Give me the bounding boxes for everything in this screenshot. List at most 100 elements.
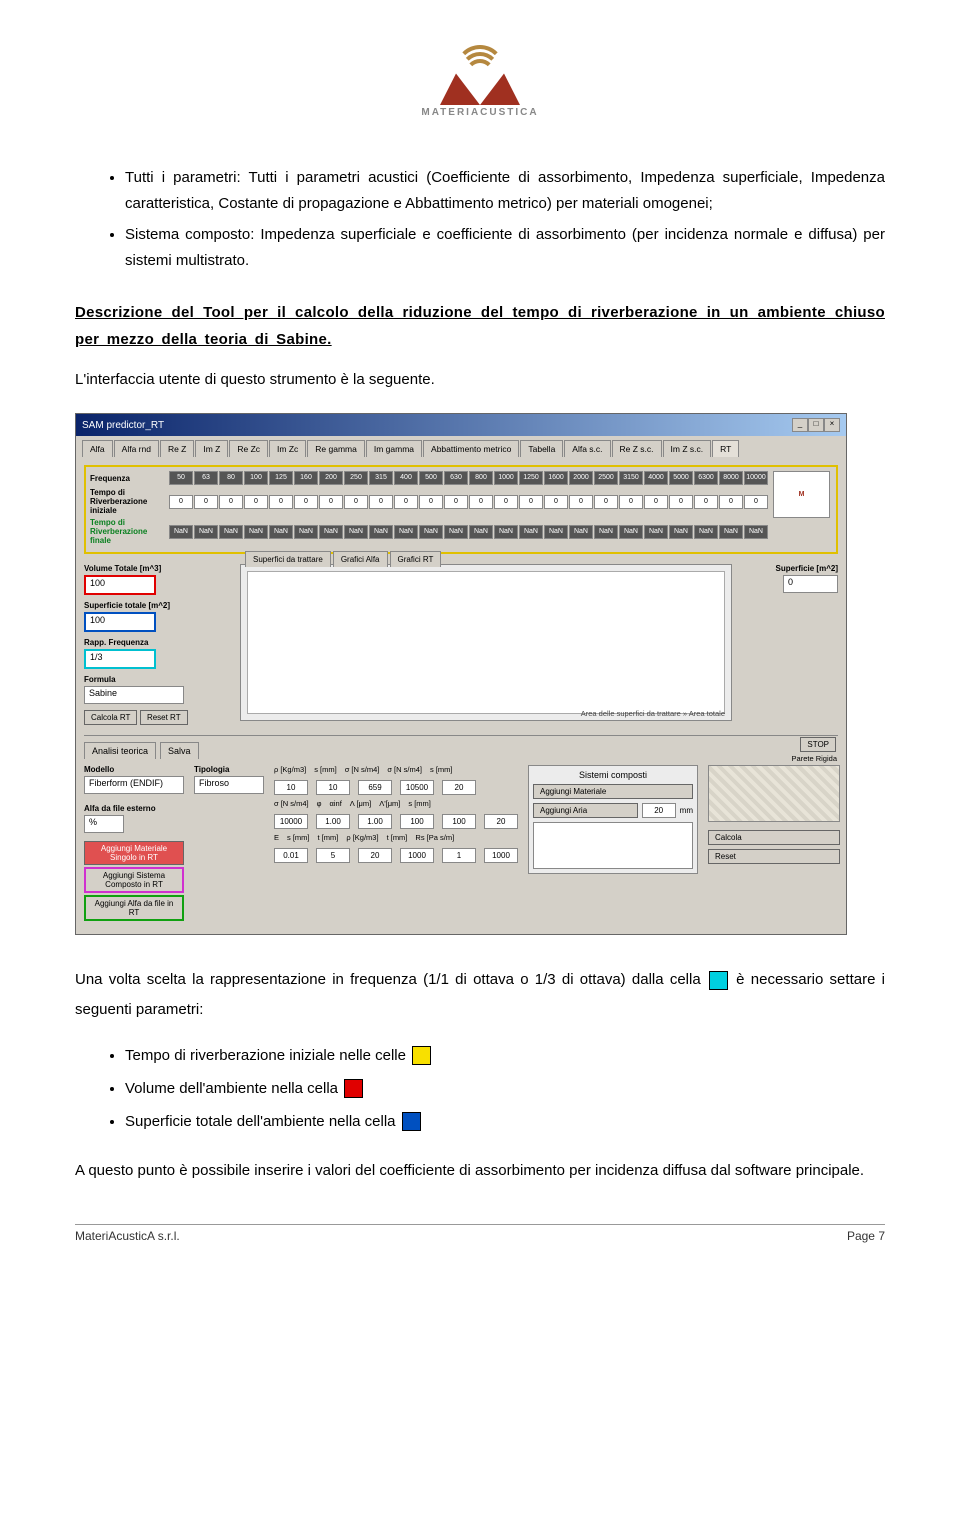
freq-cell[interactable]: 1600	[544, 471, 568, 485]
freq-cell[interactable]: 0	[519, 495, 543, 509]
freq-cell[interactable]: 0	[219, 495, 243, 509]
freq-cell[interactable]: NaN	[469, 525, 493, 539]
param-input[interactable]: 659	[358, 780, 392, 795]
stop-button[interactable]: STOP	[800, 737, 836, 752]
freq-cell[interactable]: NaN	[319, 525, 343, 539]
freq-cell[interactable]: 0	[744, 495, 768, 509]
freq-cell[interactable]: 2000	[569, 471, 593, 485]
freq-cell[interactable]: 315	[369, 471, 393, 485]
freq-cell[interactable]: 0	[444, 495, 468, 509]
freq-cell[interactable]: 0	[294, 495, 318, 509]
freq-cell[interactable]: NaN	[294, 525, 318, 539]
param-input[interactable]: 1.00	[358, 814, 392, 829]
freq-cell[interactable]: 250	[344, 471, 368, 485]
alfa-file-input[interactable]: %	[84, 815, 124, 833]
freq-cell[interactable]: NaN	[444, 525, 468, 539]
freq-cell[interactable]: NaN	[594, 525, 618, 539]
freq-cell[interactable]: NaN	[244, 525, 268, 539]
formula-select[interactable]: Sabine	[84, 686, 184, 704]
freq-cell[interactable]: NaN	[519, 525, 543, 539]
freq-cell[interactable]: 1000	[494, 471, 518, 485]
freq-cell[interactable]: 0	[469, 495, 493, 509]
freq-cell[interactable]: 0	[269, 495, 293, 509]
freq-cell[interactable]: 10000	[744, 471, 768, 485]
freq-cell[interactable]: NaN	[269, 525, 293, 539]
freq-cell[interactable]: 0	[719, 495, 743, 509]
freq-cell[interactable]: NaN	[719, 525, 743, 539]
freq-cell[interactable]: 0	[494, 495, 518, 509]
freq-cell[interactable]: NaN	[344, 525, 368, 539]
param-input[interactable]: 1.00	[316, 814, 350, 829]
freq-cell[interactable]: NaN	[194, 525, 218, 539]
superficie-input[interactable]: 0	[783, 575, 838, 593]
graph-tab[interactable]: Grafici Alfa	[333, 551, 388, 567]
freq-cell[interactable]: NaN	[169, 525, 193, 539]
freq-cell[interactable]: 2500	[594, 471, 618, 485]
graph-tab[interactable]: Superfici da trattare	[245, 551, 331, 567]
calcola-button[interactable]: Calcola	[708, 830, 840, 845]
aria-input[interactable]: 20	[642, 803, 676, 818]
tipologia-select[interactable]: Fibroso	[194, 776, 264, 794]
freq-cell[interactable]: 0	[344, 495, 368, 509]
param-input[interactable]: 0.01	[274, 848, 308, 863]
freq-cell[interactable]: NaN	[544, 525, 568, 539]
aggiungi-aria-button[interactable]: Aggiungi Aria	[533, 803, 638, 818]
rapp-freq-select[interactable]: 1/3	[84, 649, 156, 669]
param-input[interactable]: 1000	[400, 848, 434, 863]
window-buttons[interactable]: _□×	[792, 418, 840, 432]
modello-select[interactable]: Fiberform (ENDIF)	[84, 776, 184, 794]
freq-cell[interactable]: 0	[569, 495, 593, 509]
freq-cell[interactable]: NaN	[419, 525, 443, 539]
freq-cell[interactable]: 5000	[669, 471, 693, 485]
freq-cell[interactable]: 6300	[694, 471, 718, 485]
volume-input[interactable]: 100	[84, 575, 156, 595]
freq-cell[interactable]: 800	[469, 471, 493, 485]
freq-cell[interactable]: 160	[294, 471, 318, 485]
freq-cell[interactable]: 100	[244, 471, 268, 485]
freq-cell[interactable]: 0	[194, 495, 218, 509]
calcola-rt-button[interactable]: Calcola RT	[84, 710, 137, 725]
param-input[interactable]: 10000	[274, 814, 308, 829]
freq-cell[interactable]: NaN	[619, 525, 643, 539]
freq-cell[interactable]: 4000	[644, 471, 668, 485]
freq-cell[interactable]: NaN	[219, 525, 243, 539]
freq-cell[interactable]: NaN	[369, 525, 393, 539]
param-input[interactable]: 10	[316, 780, 350, 795]
freq-cell[interactable]: 0	[544, 495, 568, 509]
freq-cell[interactable]: 50	[169, 471, 193, 485]
freq-cell[interactable]: 0	[619, 495, 643, 509]
freq-cell[interactable]: 80	[219, 471, 243, 485]
freq-cell[interactable]: 630	[444, 471, 468, 485]
param-input[interactable]: 100	[442, 814, 476, 829]
freq-cell[interactable]: 63	[194, 471, 218, 485]
freq-cell[interactable]: 1250	[519, 471, 543, 485]
param-input[interactable]: 1000	[484, 848, 518, 863]
param-input[interactable]: 20	[358, 848, 392, 863]
freq-cell[interactable]: NaN	[644, 525, 668, 539]
param-input[interactable]: 1	[442, 848, 476, 863]
freq-cell[interactable]: 0	[594, 495, 618, 509]
add-alfa-file-button[interactable]: Aggiungi Alfa da file in RT	[84, 895, 184, 921]
add-single-material-button[interactable]: Aggiungi Materiale Singolo in RT	[84, 841, 184, 865]
graph-tab[interactable]: Grafici RT	[390, 551, 442, 567]
freq-cell[interactable]: 0	[169, 495, 193, 509]
freq-cell[interactable]: 400	[394, 471, 418, 485]
reset-button[interactable]: Reset	[708, 849, 840, 864]
freq-cell[interactable]: 8000	[719, 471, 743, 485]
main-tabs[interactable]: Alfa Alfa rnd Re Z Im Z Re Zc Im Zc Re g…	[76, 436, 846, 457]
freq-cell[interactable]: 0	[694, 495, 718, 509]
freq-cell[interactable]: 0	[369, 495, 393, 509]
add-composite-system-button[interactable]: Aggiungi Sistema Composto in RT	[84, 867, 184, 893]
freq-cell[interactable]: 0	[394, 495, 418, 509]
freq-cell[interactable]: 200	[319, 471, 343, 485]
freq-cell[interactable]: NaN	[669, 525, 693, 539]
analisi-tab[interactable]: Analisi teorica	[84, 742, 156, 759]
param-input[interactable]: 20	[484, 814, 518, 829]
freq-cell[interactable]: NaN	[744, 525, 768, 539]
freq-cell[interactable]: 0	[669, 495, 693, 509]
freq-cell[interactable]: 3150	[619, 471, 643, 485]
freq-cell[interactable]: 0	[244, 495, 268, 509]
freq-cell[interactable]: 500	[419, 471, 443, 485]
param-input[interactable]: 10500	[400, 780, 434, 795]
param-input[interactable]: 10	[274, 780, 308, 795]
